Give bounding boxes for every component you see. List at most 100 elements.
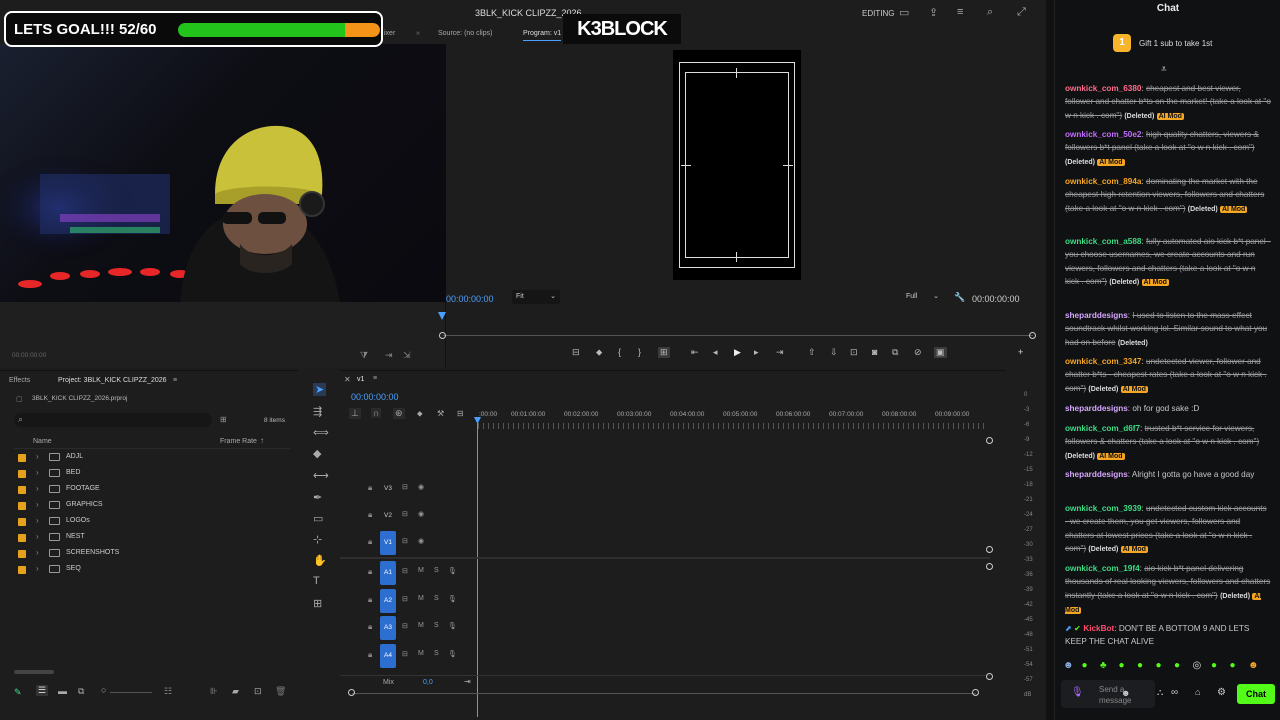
chevron-right-icon[interactable]: › — [36, 484, 39, 493]
solo-button[interactable]: S — [434, 567, 439, 574]
emote-icon[interactable]: ◎ — [1193, 660, 1202, 671]
track-target[interactable]: V1 — [380, 531, 396, 555]
sync-lock-icon[interactable]: ⊟ — [402, 622, 408, 630]
workspace-mode[interactable]: EDITING — [862, 9, 894, 18]
track-target[interactable]: A2 — [380, 588, 396, 613]
automate-icon[interactable]: ⊪ — [210, 686, 218, 697]
folder-bed[interactable]: › BED — [16, 467, 286, 481]
settings-wrench-icon[interactable]: ⚒ — [437, 409, 444, 418]
tab-project[interactable]: Project: 3BLK_KICK CLIPZZ_2026 — [58, 377, 167, 384]
chat-message[interactable]: ownkick_com_a588: fully automated aio ki… — [1065, 235, 1271, 289]
solo-button[interactable]: S — [434, 650, 439, 657]
folder-logos[interactable]: › LOGOs — [16, 515, 286, 529]
close-icon[interactable]: ✕ — [344, 375, 351, 384]
folder-screenshots[interactable]: › SCREENSHOTS — [16, 547, 286, 561]
mark-in-icon[interactable]: { — [618, 347, 621, 357]
mute-button[interactable]: M — [418, 650, 424, 657]
fullscreen-icon[interactable]: ⤢ — [1017, 6, 1026, 19]
pinned-collapse-icon[interactable]: ⩡ — [1161, 64, 1167, 75]
lock-icon[interactable]: 🔒︎ — [368, 650, 372, 660]
mute-button[interactable]: M — [418, 567, 424, 574]
new-bin-icon[interactable]: ▰ — [232, 686, 239, 697]
captions-icon[interactable]: ⊟ — [457, 409, 464, 418]
eye-icon[interactable]: ◉ — [418, 483, 424, 491]
lock-icon[interactable]: 🔒︎ — [368, 510, 372, 520]
folder-nest[interactable]: › NEST — [16, 531, 286, 545]
solo-button[interactable]: S — [434, 595, 439, 602]
menu-icon[interactable]: ≡ — [957, 6, 963, 18]
video-audio-divider[interactable] — [340, 557, 990, 559]
mix-value[interactable]: 0,0 — [423, 679, 433, 686]
search-input[interactable]: ⌕ — [14, 413, 212, 427]
folder-graphics[interactable]: › GRAPHICS — [16, 499, 286, 513]
chevron-right-icon[interactable]: › — [36, 452, 39, 461]
play-icon[interactable]: ▶ — [734, 347, 741, 358]
track-target[interactable]: V2 — [380, 504, 396, 528]
camera-icon[interactable]: ◙ — [872, 347, 877, 357]
nest-icon[interactable]: ⊥ — [349, 408, 361, 419]
emote-icon[interactable]: ● — [1119, 660, 1125, 671]
emoji-icon[interactable]: ☻ — [1121, 688, 1130, 698]
chat-message[interactable]: ownkick_com_19f4: aio kick b*t panel del… — [1065, 562, 1271, 617]
emote-icon[interactable]: ● — [1137, 660, 1143, 671]
sort-up-icon[interactable]: ↑ — [260, 436, 264, 445]
bin-icon[interactable]: ⊞ — [220, 415, 227, 424]
panel-menu-icon[interactable]: ≡ — [373, 375, 377, 382]
timeline-zoom-bar[interactable] — [352, 693, 976, 694]
add-button-icon[interactable]: + — [1018, 347, 1023, 357]
zoom-end-handle[interactable] — [972, 689, 979, 696]
new-item-icon[interactable]: ⊡ — [254, 686, 262, 697]
vr-icon[interactable]: ⊘ — [914, 347, 922, 358]
chat-message[interactable]: sheparddesigns: oh for god sake :D — [1065, 402, 1271, 415]
chevron-right-icon[interactable]: › — [36, 532, 39, 541]
hand-tool-icon[interactable]: ✋ — [313, 554, 327, 567]
timeline-timecode[interactable]: 00:00:00:00 — [351, 392, 399, 402]
chat-input[interactable]: 🎙 Send a message ☻ — [1061, 680, 1155, 708]
remix-tool-icon[interactable]: ⊹ — [313, 533, 322, 546]
emote-icon[interactable]: ● — [1174, 660, 1180, 671]
pencil-icon[interactable]: ✎ — [14, 687, 22, 698]
go-to-out-icon[interactable]: ⇥ — [776, 347, 784, 358]
lock-icon[interactable]: 🔒︎ — [368, 595, 372, 605]
folder-adjl[interactable]: › ADJL — [16, 451, 286, 465]
razor-tool-icon[interactable]: ◆ — [313, 447, 321, 460]
chat-message[interactable]: ownkick_com_894a: dominating the market … — [1065, 175, 1271, 216]
sync-lock-icon[interactable]: ⊟ — [402, 567, 408, 575]
emote-icon[interactable]: ● — [1156, 660, 1162, 671]
quality-dropdown[interactable]: Full ⌄ — [901, 290, 943, 304]
track-select-icon[interactable]: ⇶ — [313, 405, 322, 418]
emote-icon[interactable]: ● — [1082, 660, 1088, 671]
wrench-icon[interactable]: 🔧 — [954, 292, 965, 303]
chevron-right-icon[interactable]: › — [36, 500, 39, 509]
chevron-right-icon[interactable]: › — [36, 516, 39, 525]
go-to-in-icon[interactable]: ⇤ — [691, 347, 699, 358]
zoom-start-handle[interactable] — [348, 689, 355, 696]
go-to-end-icon[interactable]: ⇥ — [464, 677, 471, 686]
selection-tool-icon[interactable]: ➤ — [313, 383, 327, 396]
gear-icon[interactable]: ⚙ — [1217, 687, 1226, 698]
chat-username[interactable]: ownkick_com_d6f7 — [1065, 424, 1140, 433]
comparison-icon[interactable]: ⧉ — [892, 347, 898, 358]
chat-username[interactable]: ownkick_com_a588 — [1065, 237, 1141, 246]
chevron-right-icon[interactable]: › — [36, 548, 39, 557]
lock-icon[interactable]: 🔒︎ — [368, 537, 372, 547]
chat-username[interactable]: ownkick_com_6380 — [1065, 84, 1141, 93]
column-name[interactable]: Name — [33, 438, 52, 445]
chat-message[interactable]: sheparddesigns: I used to listen to the … — [1065, 309, 1271, 350]
sequence-tab[interactable]: v1 — [357, 376, 364, 383]
track-target[interactable]: A1 — [380, 561, 396, 585]
chat-username[interactable]: ownkick_com_3939 — [1065, 504, 1141, 513]
zoom-slider-icon[interactable]: ○ — [101, 685, 106, 695]
chevron-right-icon[interactable]: › — [36, 468, 39, 477]
chat-message[interactable]: ownkick_com_d6f7: trusted b*t service fo… — [1065, 422, 1271, 463]
tab-program[interactable]: Program: v1 — [523, 30, 562, 41]
emote-icon[interactable]: ☻ — [1063, 660, 1074, 671]
microphone-icon[interactable]: 🎙︎ — [448, 622, 457, 630]
chat-message[interactable]: ownkick_com_3347: undetected viewer, fol… — [1065, 355, 1271, 396]
step-forward-icon[interactable]: ▸ — [754, 347, 759, 358]
microphone-icon[interactable]: 🎙 — [1071, 687, 1084, 698]
chat-message[interactable]: ownkick_com_50e2: high quality chatters,… — [1065, 128, 1271, 169]
pen-tool-icon[interactable]: ✒ — [313, 491, 322, 504]
track-target[interactable]: A3 — [380, 616, 396, 640]
folder-footage[interactable]: › FOOTAGE — [16, 483, 286, 497]
